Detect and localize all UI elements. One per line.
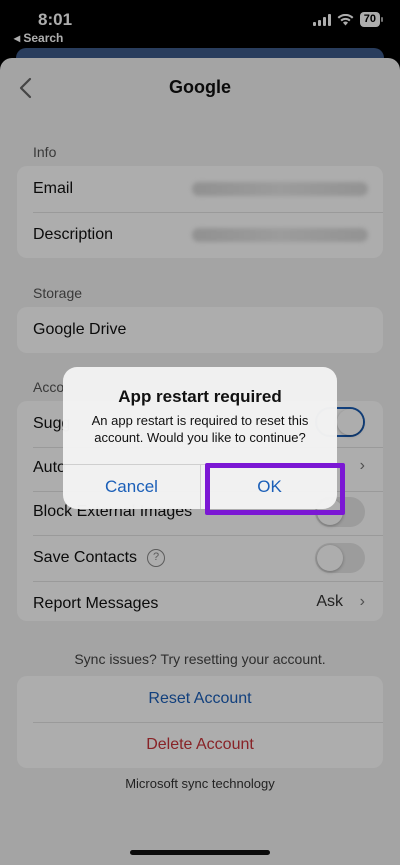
alert-title: App restart required [118,387,282,406]
ok-highlight-box [205,463,345,515]
cancel-button[interactable]: Cancel [63,464,200,509]
alert-message: An app restart is required to reset this… [91,413,309,445]
